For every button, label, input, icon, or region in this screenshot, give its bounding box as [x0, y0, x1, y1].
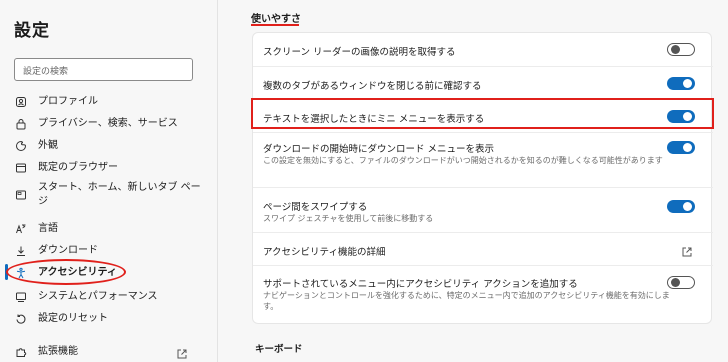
setting-description: この設定を無効にすると、ファイルのダウンロードがいつ開始されるかを知るのが難しく… — [263, 156, 663, 165]
setting-row-accessibility-details[interactable]: アクセシビリティ機能の詳細 — [253, 232, 713, 265]
sidebar-item-language[interactable]: 言語 — [14, 222, 210, 236]
sidebar-item-default-browser[interactable]: 既定のブラウザー — [14, 161, 210, 175]
annotation-highlight-box — [251, 98, 714, 129]
sidebar-item-label: ダウンロード — [38, 245, 98, 256]
sidebar-item-label: スタート、ホーム、新しいタブ ページ — [38, 182, 201, 207]
settings-card: スクリーン リーダーの画像の説明を取得する 複数のタブがあるウィンドウを閉じる前… — [252, 32, 713, 325]
setting-row-confirm-close: 複数のタブがあるウィンドウを閉じる前に確認する — [253, 66, 713, 99]
annotation-oval — [6, 259, 126, 285]
setting-title: アクセシビリティ機能の詳細 — [263, 247, 386, 258]
toggle-download-menu[interactable] — [667, 141, 695, 154]
toggle-knob — [683, 143, 692, 152]
setting-title: 複数のタブがあるウィンドウを閉じる前に確認する — [263, 81, 482, 92]
sidebar-item-label: システムとパフォーマンス — [38, 291, 158, 302]
toggle-accessibility-actions[interactable] — [667, 276, 695, 289]
sidebar-item-label: 設定のリセット — [38, 313, 108, 324]
toggle-image-descriptions[interactable] — [667, 43, 695, 56]
toggle-confirm-close[interactable] — [667, 77, 695, 90]
setting-row-swipe: ページ間をスワイプする スワイプ ジェスチャを使用して前後に移動する — [253, 187, 713, 232]
toggle-swipe[interactable] — [667, 200, 695, 213]
sidebar-item-privacy[interactable]: プライバシー、検索、サービス — [14, 117, 210, 131]
lock-icon — [14, 117, 28, 131]
setting-row-accessibility-actions: サポートされているメニュー内にアクセシビリティ アクションを追加する ナビゲーシ… — [253, 265, 713, 325]
reset-icon — [14, 312, 28, 326]
setting-row-download-menu: ダウンロードの開始時にダウンロード メニューを表示 この設定を無効にすると、ファ… — [253, 132, 713, 187]
download-icon — [14, 244, 28, 258]
settings-sidebar: 設定 プロファイル プライバシー、検索、サービス 外観 既定のブラウザー スター… — [0, 0, 218, 362]
sidebar-item-label: 言語 — [38, 223, 58, 234]
sidebar-item-label: プライバシー、検索、サービス — [38, 118, 178, 129]
setting-title: ページ間をスワイプする — [263, 202, 368, 213]
annotation-underline — [251, 24, 299, 26]
section-title: 使いやすさ — [251, 14, 301, 25]
sidebar-item-label: 既定のブラウザー — [38, 162, 118, 173]
setting-description: ナビゲーションとコントロールを強化するために、特定のメニュー内で追加のアクセシビ… — [263, 291, 670, 311]
system-icon — [14, 290, 28, 304]
sidebar-title: 設定 — [14, 21, 50, 41]
sidebar-item-reset[interactable]: 設定のリセット — [14, 312, 210, 326]
sidebar-item-label: プロファイル — [38, 96, 98, 107]
setting-title: サポートされているメニュー内にアクセシビリティ アクションを追加する — [263, 279, 578, 290]
sidebar-item-appearance[interactable]: 外観 — [14, 139, 210, 153]
sidebar-item-label: 外観 — [38, 140, 58, 151]
appearance-icon — [14, 139, 28, 153]
browser-icon — [14, 161, 28, 175]
extensions-icon — [14, 345, 28, 359]
home-tab-icon — [14, 188, 28, 202]
toggle-knob — [671, 278, 680, 287]
external-link-icon[interactable] — [176, 345, 188, 359]
setting-description: スワイプ ジェスチャを使用して前後に移動する — [263, 214, 434, 223]
sidebar-item-start-home-newtab[interactable]: スタート、ホーム、新しいタブ ページ — [14, 181, 210, 209]
sidebar-item-system-performance[interactable]: システムとパフォーマンス — [14, 290, 210, 304]
settings-main: 使いやすさ スクリーン リーダーの画像の説明を取得する 複数のタブがあるウィンド… — [219, 0, 728, 362]
next-section-title: キーボード — [255, 344, 303, 355]
toggle-knob — [683, 79, 692, 88]
toggle-knob — [683, 202, 692, 211]
settings-search-box[interactable] — [14, 58, 193, 83]
setting-row-image-descriptions: スクリーン リーダーの画像の説明を取得する — [253, 33, 713, 66]
external-link-icon[interactable] — [681, 243, 693, 257]
language-icon — [14, 222, 28, 236]
setting-title: ダウンロードの開始時にダウンロード メニューを表示 — [263, 144, 495, 155]
setting-title: スクリーン リーダーの画像の説明を取得する — [263, 47, 456, 58]
settings-search-input[interactable] — [15, 61, 192, 83]
sidebar-item-download[interactable]: ダウンロード — [14, 244, 210, 258]
toggle-knob — [671, 45, 680, 54]
sidebar-item-profile[interactable]: プロファイル — [14, 95, 210, 109]
profile-icon — [14, 95, 28, 109]
